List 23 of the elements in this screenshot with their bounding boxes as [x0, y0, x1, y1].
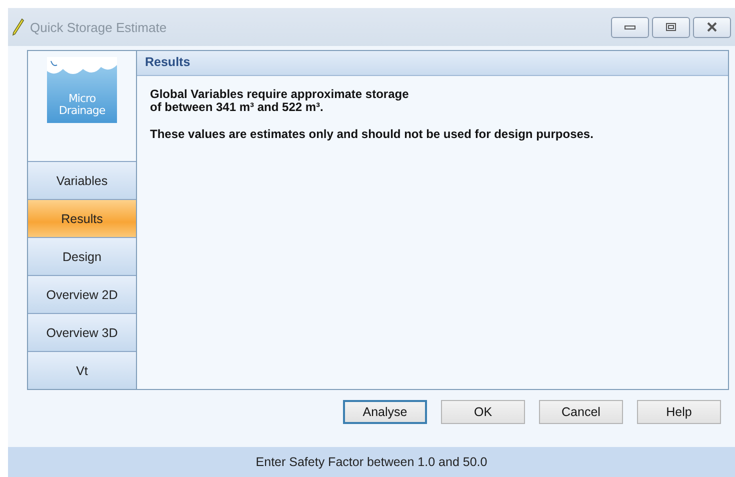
- maximize-button[interactable]: [652, 16, 690, 38]
- window-title: Quick Storage Estimate: [30, 20, 167, 34]
- minimize-button[interactable]: [611, 16, 649, 38]
- close-button[interactable]: [693, 16, 731, 38]
- sidebar-item[interactable]: Overview 2D: [28, 276, 136, 314]
- sidebar-item[interactable]: Overview 3D: [28, 314, 136, 352]
- dialog-button[interactable]: Cancel: [539, 400, 623, 424]
- status-text: Enter Safety Factor between 1.0 and 50.0: [256, 455, 488, 469]
- panel-title: Results: [137, 51, 728, 76]
- sidebar-item[interactable]: Vt: [28, 352, 136, 389]
- sidebar-item[interactable]: Results: [28, 200, 136, 238]
- pencil-icon: [12, 18, 24, 36]
- sidebar-item[interactable]: Design: [28, 238, 136, 276]
- maximize-icon: [665, 22, 677, 32]
- close-icon: [706, 22, 718, 32]
- dialog-button[interactable]: Analyse: [343, 400, 427, 424]
- logo: Micro Drainage: [47, 57, 117, 123]
- message-text: These values are estimates only and should not be used for design purposes.: [150, 128, 594, 141]
- dialog-button[interactable]: OK: [441, 400, 525, 424]
- sidebar-item[interactable]: Variables: [28, 162, 136, 200]
- minimize-icon: [624, 23, 636, 31]
- dialog-button[interactable]: Help: [637, 400, 721, 424]
- message-text: Global Variables require approximate storage of between 341 m³ and 522 m³.: [150, 88, 410, 114]
